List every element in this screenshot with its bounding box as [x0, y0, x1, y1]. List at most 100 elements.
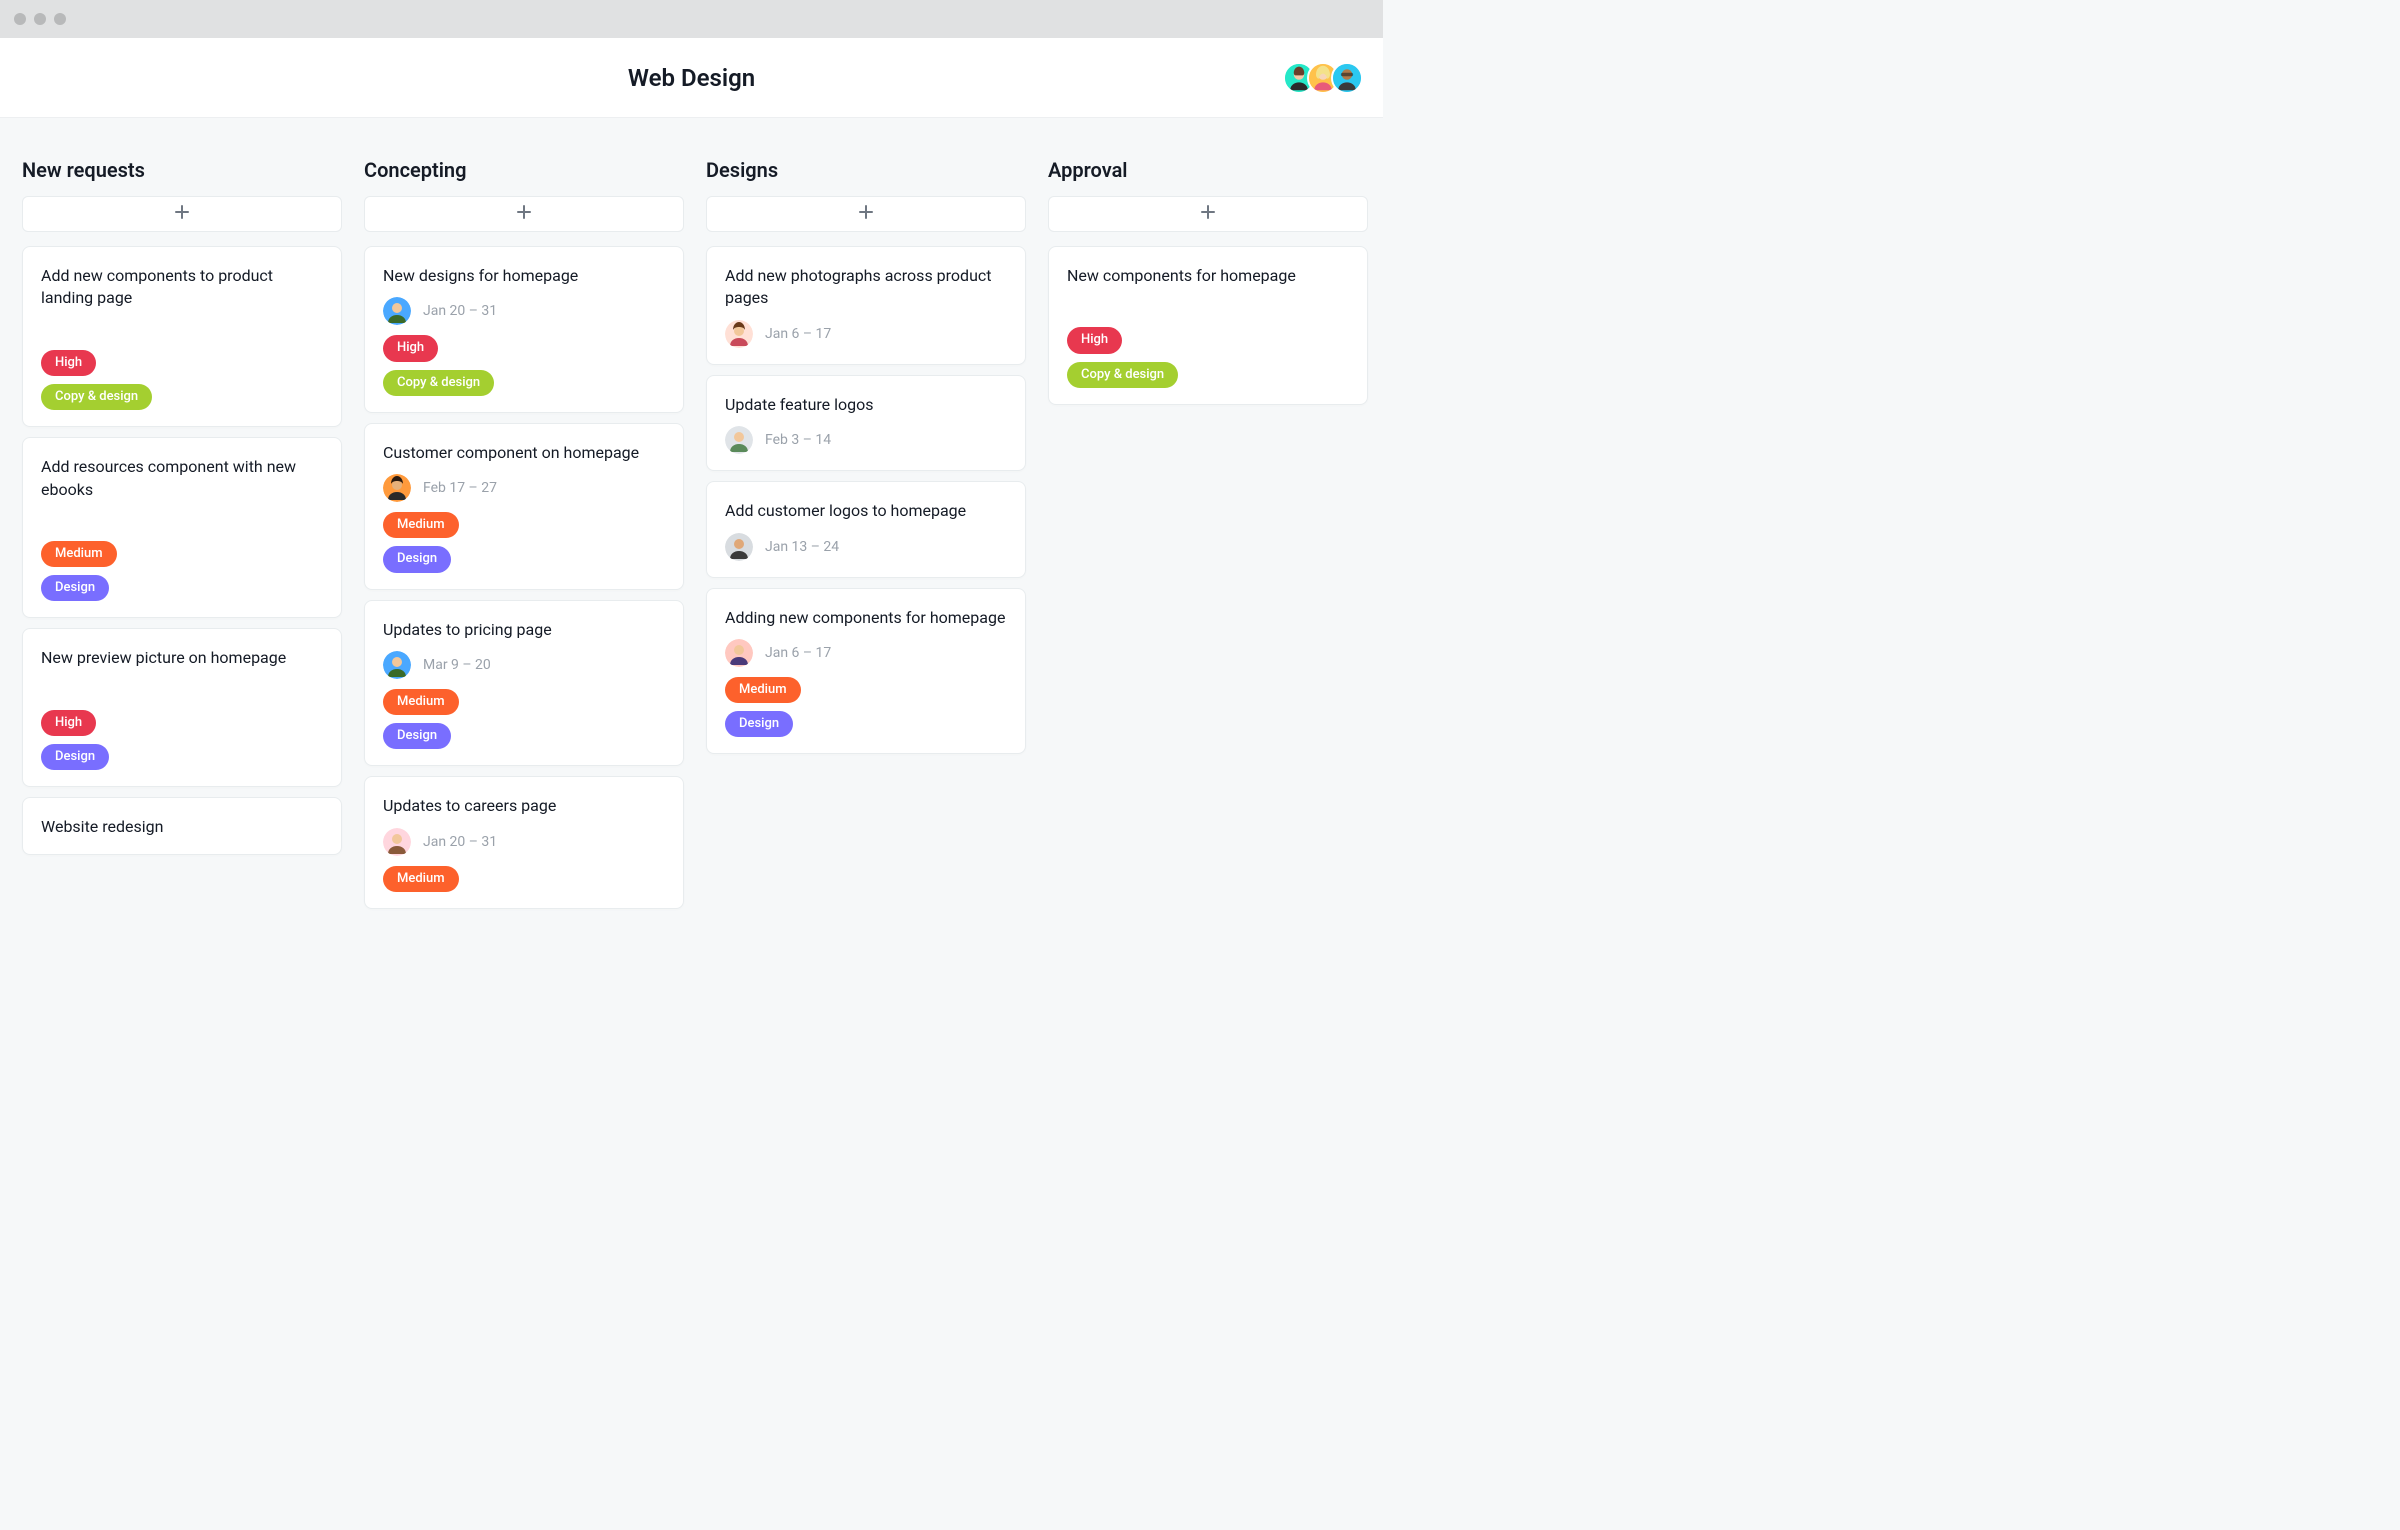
card-title: New designs for homepage	[383, 265, 665, 287]
add-card-button[interactable]	[22, 196, 342, 232]
board-column: Approval New components for homepage High C…	[1048, 158, 1368, 415]
tag-design[interactable]: Design	[41, 744, 109, 770]
add-card-button[interactable]	[364, 196, 684, 232]
card-title: Add customer logos to homepage	[725, 500, 1007, 522]
add-card-button[interactable]	[1048, 196, 1368, 232]
task-card[interactable]: New preview picture on homepage High Desig…	[22, 628, 342, 787]
task-card[interactable]: Add new components to product landing pa…	[22, 246, 342, 427]
task-card[interactable]: Website redesign	[22, 797, 342, 855]
assignee-avatar[interactable]	[725, 533, 753, 561]
task-card[interactable]: New designs for homepage Jan 20 – 31 High C…	[364, 246, 684, 413]
assignee-avatar[interactable]	[725, 426, 753, 454]
card-tags: Medium Design	[41, 541, 323, 601]
task-card[interactable]: Adding new components for homepage Jan 6 …	[706, 588, 1026, 755]
card-tags: High Copy & design	[383, 335, 665, 395]
card-title: Website redesign	[41, 816, 323, 838]
task-card[interactable]: New components for homepage High Copy & de…	[1048, 246, 1368, 405]
card-date: Jan 6 – 17	[765, 645, 831, 661]
card-title: Customer component on homepage	[383, 442, 665, 464]
tag-medium[interactable]: Medium	[725, 677, 801, 703]
kanban-board: New requests Add new components to produc…	[0, 118, 1383, 919]
page-header: Web Design	[0, 38, 1383, 118]
task-card[interactable]: Updates to careers page Jan 20 – 31 Medium	[364, 776, 684, 909]
card-tags: High Design	[41, 710, 323, 770]
tag-design[interactable]: Design	[725, 711, 793, 737]
assignee-avatar[interactable]	[383, 651, 411, 679]
card-title: Updates to careers page	[383, 795, 665, 817]
card-meta: Jan 6 – 17	[725, 320, 1007, 348]
card-tags: Medium	[383, 866, 665, 892]
card-date: Jan 20 – 31	[423, 834, 497, 850]
card-title: New preview picture on homepage	[41, 647, 323, 669]
card-meta: Jan 20 – 31	[383, 297, 665, 325]
plus-icon	[858, 204, 874, 224]
add-card-button[interactable]	[706, 196, 1026, 232]
assignee-avatar[interactable]	[383, 474, 411, 502]
task-card[interactable]: Add resources component with new ebooks M…	[22, 437, 342, 618]
project-title: Web Design	[628, 64, 755, 92]
card-title: Add new photographs across product pages	[725, 265, 1007, 310]
task-card[interactable]: Updates to pricing page Mar 9 – 20 Medium D…	[364, 600, 684, 767]
card-title: Updates to pricing page	[383, 619, 665, 641]
tag-high[interactable]: High	[383, 335, 438, 361]
window-titlebar	[0, 0, 1383, 38]
tag-medium[interactable]: Medium	[383, 512, 459, 538]
column-title: Designs	[706, 158, 1026, 182]
assignee-avatar[interactable]	[383, 297, 411, 325]
traffic-minimize-icon[interactable]	[34, 13, 46, 25]
tag-copy[interactable]: Copy & design	[1067, 362, 1178, 388]
card-title: Add new components to product landing pa…	[41, 265, 323, 310]
tag-design[interactable]: Design	[383, 723, 451, 749]
card-date: Jan 6 – 17	[765, 326, 831, 342]
column-title: Approval	[1048, 158, 1368, 182]
tag-copy[interactable]: Copy & design	[41, 384, 152, 410]
card-tags: Medium Design	[725, 677, 1007, 737]
tag-medium[interactable]: Medium	[383, 689, 459, 715]
task-card[interactable]: Add new photographs across product pages…	[706, 246, 1026, 365]
task-card[interactable]: Customer component on homepage Feb 17 – 2…	[364, 423, 684, 590]
tag-high[interactable]: High	[1067, 327, 1122, 353]
card-meta: Jan 6 – 17	[725, 639, 1007, 667]
card-title: Adding new components for homepage	[725, 607, 1007, 629]
card-title: Add resources component with new ebooks	[41, 456, 323, 501]
task-card[interactable]: Update feature logos Feb 3 – 14	[706, 375, 1026, 471]
plus-icon	[174, 204, 190, 224]
tag-design[interactable]: Design	[383, 546, 451, 572]
board-column: Concepting New designs for homepage Jan 20…	[364, 158, 684, 919]
member-avatars	[1291, 62, 1363, 94]
card-date: Jan 13 – 24	[765, 539, 839, 555]
avatar[interactable]	[1331, 62, 1363, 94]
assignee-avatar[interactable]	[725, 639, 753, 667]
card-meta: Jan 20 – 31	[383, 828, 665, 856]
card-date: Mar 9 – 20	[423, 657, 491, 673]
card-tags: Medium Design	[383, 512, 665, 572]
card-meta: Feb 3 – 14	[725, 426, 1007, 454]
traffic-close-icon[interactable]	[14, 13, 26, 25]
assignee-avatar[interactable]	[725, 320, 753, 348]
board-column: New requests Add new components to produc…	[22, 158, 342, 865]
card-title: Update feature logos	[725, 394, 1007, 416]
card-date: Feb 3 – 14	[765, 432, 831, 448]
plus-icon	[1200, 204, 1216, 224]
tag-high[interactable]: High	[41, 710, 96, 736]
card-tags: High Copy & design	[41, 350, 323, 410]
card-date: Jan 20 – 31	[423, 303, 497, 319]
plus-icon	[516, 204, 532, 224]
card-tags: Medium Design	[383, 689, 665, 749]
task-card[interactable]: Add customer logos to homepage Jan 13 – 2…	[706, 481, 1026, 577]
card-meta: Mar 9 – 20	[383, 651, 665, 679]
column-title: Concepting	[364, 158, 684, 182]
tag-medium[interactable]: Medium	[41, 541, 117, 567]
assignee-avatar[interactable]	[383, 828, 411, 856]
traffic-zoom-icon[interactable]	[54, 13, 66, 25]
card-tags: High Copy & design	[1067, 327, 1349, 387]
tag-design[interactable]: Design	[41, 575, 109, 601]
card-date: Feb 17 – 27	[423, 480, 497, 496]
card-meta: Jan 13 – 24	[725, 533, 1007, 561]
column-title: New requests	[22, 158, 342, 182]
tag-medium[interactable]: Medium	[383, 866, 459, 892]
tag-copy[interactable]: Copy & design	[383, 370, 494, 396]
tag-high[interactable]: High	[41, 350, 96, 376]
card-title: New components for homepage	[1067, 265, 1349, 287]
board-column: Designs Add new photographs across produc…	[706, 158, 1026, 764]
